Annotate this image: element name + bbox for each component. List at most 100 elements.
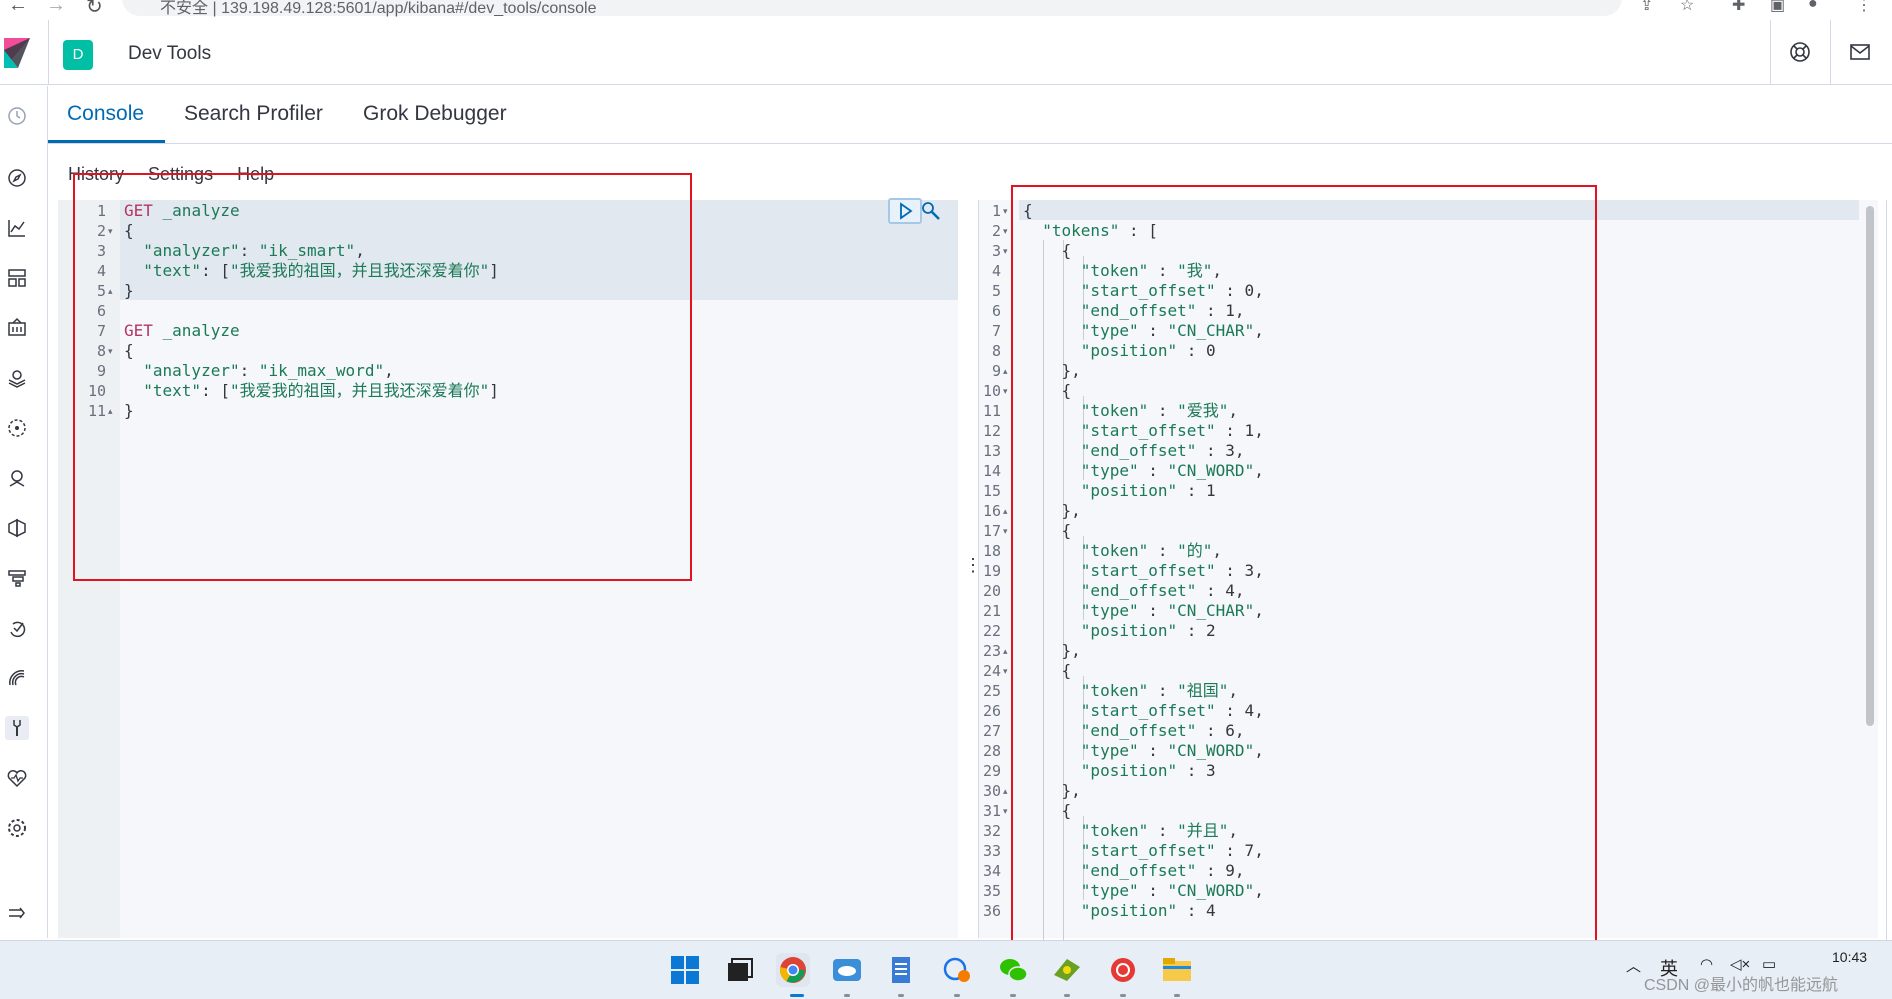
fold-toggle-icon[interactable]: ▴ xyxy=(1003,366,1008,377)
fold-toggle-icon[interactable]: ▾ xyxy=(108,346,113,357)
line-number: 33 xyxy=(982,842,1001,860)
help-link[interactable]: Help xyxy=(237,164,274,184)
apm-icon[interactable] xyxy=(5,566,29,590)
line-number: 34 xyxy=(982,862,1001,880)
windows-start-icon[interactable] xyxy=(668,953,702,987)
red-app-icon[interactable] xyxy=(1106,953,1140,987)
response-code-line: "type" : "CN_WORD", xyxy=(1080,741,1264,760)
line-number: 10 xyxy=(87,382,106,400)
fold-toggle-icon[interactable]: ▾ xyxy=(1003,666,1008,677)
response-scrollbar[interactable] xyxy=(1866,206,1874,726)
cloud-app-icon[interactable] xyxy=(830,953,864,987)
chat-app-icon[interactable] xyxy=(940,953,974,987)
fold-toggle-icon[interactable]: ▾ xyxy=(1003,206,1008,217)
tray-chevron-icon[interactable]: ︿ xyxy=(1626,955,1641,976)
line-number: 4 xyxy=(991,262,1001,280)
maps-icon[interactable] xyxy=(5,366,29,390)
response-code-line: "end_offset" : 3, xyxy=(1080,441,1245,460)
fold-toggle-icon[interactable]: ▴ xyxy=(1003,786,1008,797)
fold-toggle-icon[interactable]: ▴ xyxy=(1003,646,1008,657)
line-number: 12 xyxy=(982,422,1001,440)
line-number: 8 xyxy=(96,342,106,360)
file-explorer-icon[interactable] xyxy=(1160,953,1194,987)
menu-icon[interactable]: ⋮ xyxy=(1856,0,1872,15)
forward-icon[interactable]: → xyxy=(46,0,66,17)
reload-icon[interactable]: ↻ xyxy=(86,0,103,19)
tab-console[interactable]: Console xyxy=(67,102,144,126)
response-code-line: { xyxy=(1023,381,1072,400)
tab-search-profiler[interactable]: Search Profiler xyxy=(184,102,323,126)
ml-icon[interactable] xyxy=(5,416,29,440)
request-editor[interactable]: 1 GET _analyze 2 ▾{3 "analyzer": "ik_smart"… xyxy=(58,200,958,938)
dev-tools-wrench-icon[interactable] xyxy=(5,716,29,740)
kibana-logo-icon[interactable] xyxy=(4,38,30,68)
logs-icon[interactable] xyxy=(5,516,29,540)
request-actions-wrench-icon[interactable] xyxy=(920,200,942,222)
clock-time[interactable]: 10:43 xyxy=(1832,949,1867,965)
canvas-icon[interactable] xyxy=(5,316,29,340)
profile-icon[interactable]: ● xyxy=(1808,0,1818,13)
wechat-icon[interactable] xyxy=(996,953,1030,987)
management-gear-icon[interactable] xyxy=(5,816,29,840)
infrastructure-icon[interactable] xyxy=(5,466,29,490)
recently-viewed-clock-icon[interactable] xyxy=(5,104,29,128)
response-code-line: }, xyxy=(1023,501,1081,520)
green-app-icon[interactable] xyxy=(1050,953,1084,987)
tab-grok-debugger[interactable]: Grok Debugger xyxy=(363,102,507,126)
line-number: 29 xyxy=(982,762,1001,780)
fold-toggle-icon[interactable]: ▾ xyxy=(1003,806,1008,817)
extensions-icon[interactable]: ✚ xyxy=(1732,0,1745,15)
line-number: 19 xyxy=(982,562,1001,580)
share-icon[interactable]: ⇪ xyxy=(1640,0,1653,15)
response-editor[interactable]: 1 ▾{2 ▾ "tokens" : [3 ▾ {4 "token" : "我", 5 … xyxy=(978,200,1878,940)
header-divider xyxy=(1770,20,1771,85)
sidepanel-icon[interactable]: ▣ xyxy=(1770,0,1785,15)
response-code-line: "tokens" : [ xyxy=(1042,221,1158,240)
fold-toggle-icon[interactable]: ▾ xyxy=(1003,226,1008,237)
line-number: 5 xyxy=(96,282,106,300)
response-code-line: { xyxy=(1023,201,1033,220)
line-number: 2 xyxy=(96,222,106,240)
fold-toggle-icon[interactable]: ▴ xyxy=(108,286,113,297)
response-code-line: "start_offset" : 0, xyxy=(1080,281,1264,300)
response-code-line: }, xyxy=(1023,361,1081,380)
fold-toggle-icon[interactable]: ▾ xyxy=(108,226,113,237)
header-divider xyxy=(48,20,49,85)
chrome-icon[interactable] xyxy=(776,953,810,987)
siem-icon[interactable] xyxy=(5,666,29,690)
back-icon[interactable]: ← xyxy=(8,0,28,17)
fold-toggle-icon[interactable]: ▾ xyxy=(1003,526,1008,537)
space-avatar[interactable]: D xyxy=(63,40,93,70)
line-number: 5 xyxy=(991,282,1001,300)
line-number: 3 xyxy=(96,242,106,260)
settings-link[interactable]: Settings xyxy=(148,164,213,184)
fold-toggle-icon[interactable]: ▾ xyxy=(1003,246,1008,257)
response-code-line: "start_offset" : 1, xyxy=(1080,421,1264,440)
fold-toggle-icon[interactable]: ▾ xyxy=(1003,386,1008,397)
task-view-icon[interactable] xyxy=(722,953,756,987)
line-number: 18 xyxy=(982,542,1001,560)
bookmark-star-icon[interactable]: ☆ xyxy=(1680,0,1694,15)
discover-compass-icon[interactable] xyxy=(5,166,29,190)
send-request-button[interactable] xyxy=(888,198,922,224)
line-number: 9 xyxy=(991,362,1001,380)
visualize-chart-icon[interactable] xyxy=(5,216,29,240)
newsfeed-mail-icon[interactable] xyxy=(1848,40,1872,64)
response-code-line: "type" : "CN_CHAR", xyxy=(1080,321,1264,340)
fold-toggle-icon[interactable]: ▴ xyxy=(108,406,113,417)
request-code-line: { xyxy=(124,341,134,360)
line-number: 6 xyxy=(96,302,106,320)
response-code-line: "position" : 4 xyxy=(1080,901,1216,920)
history-link[interactable]: History xyxy=(68,164,124,184)
help-lifebuoy-icon[interactable] xyxy=(1788,40,1812,64)
taskbar-indicator xyxy=(898,994,904,997)
scroll-track-edge xyxy=(1886,200,1887,940)
monitoring-heartbeat-icon[interactable] xyxy=(5,766,29,790)
header-divider xyxy=(1830,20,1831,85)
fold-toggle-icon[interactable]: ▴ xyxy=(1003,506,1008,517)
collapse-nav-icon[interactable] xyxy=(5,901,29,925)
response-code-line: "token" : "并且", xyxy=(1080,821,1239,840)
dashboard-icon[interactable] xyxy=(5,266,29,290)
uptime-icon[interactable] xyxy=(5,616,29,640)
notepad-icon[interactable] xyxy=(884,953,918,987)
